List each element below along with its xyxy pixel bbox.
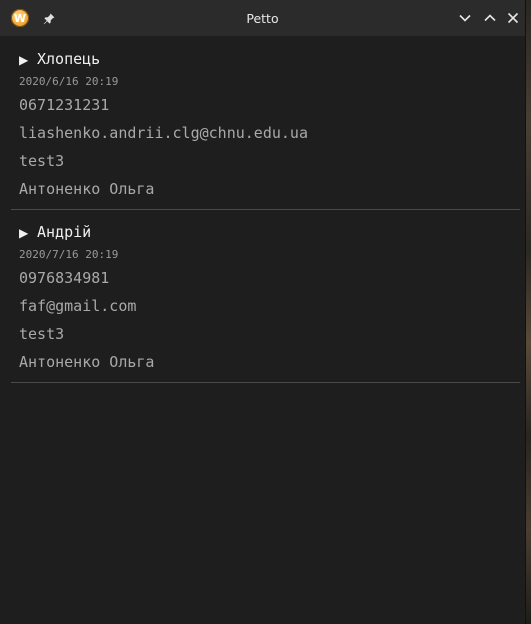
entry-date: 2020/6/16 20:19 xyxy=(19,75,119,88)
expand-arrow-icon[interactable]: ▶ xyxy=(19,46,37,74)
entry-note: test3 xyxy=(19,152,65,170)
entry-name: Хлопець xyxy=(37,50,101,68)
entry-name: Андрій xyxy=(37,223,92,241)
entries-list: ▶ Хлопець 2020/6/16 20:19 0671231231 lias… xyxy=(0,36,525,383)
entry-note: test3 xyxy=(19,325,65,343)
entry-header[interactable]: ▶ Хлопець xyxy=(19,45,525,73)
entry-phone: 0671231231 xyxy=(19,96,110,114)
expand-arrow-icon[interactable]: ▶ xyxy=(19,219,37,247)
divider xyxy=(11,382,520,383)
chevron-up-icon[interactable] xyxy=(483,11,497,25)
entry-date: 2020/7/16 20:19 xyxy=(19,248,119,261)
title-bar[interactable]: W Petto xyxy=(0,0,525,36)
list-item[interactable]: ▶ Андрій 2020/7/16 20:19 0976834981 faf@g… xyxy=(0,218,525,376)
chevron-down-icon[interactable] xyxy=(458,11,472,25)
list-item[interactable]: ▶ Хлопець 2020/6/16 20:19 0671231231 lias… xyxy=(0,45,525,203)
entry-email: liashenko.andrii.clg@chnu.edu.ua xyxy=(19,124,308,142)
close-icon[interactable] xyxy=(506,11,520,25)
entry-email: faf@gmail.com xyxy=(19,297,137,315)
entry-owner: Антоненко Ольга xyxy=(19,180,155,198)
window-title: Petto xyxy=(246,11,279,26)
entry-phone: 0976834981 xyxy=(19,269,110,287)
entry-owner: Антоненко Ольга xyxy=(19,353,155,371)
app-window: W Petto ▶ Хлопець 2020/6/16 20:19 0671231… xyxy=(0,0,526,624)
entry-header[interactable]: ▶ Андрій xyxy=(19,218,525,246)
